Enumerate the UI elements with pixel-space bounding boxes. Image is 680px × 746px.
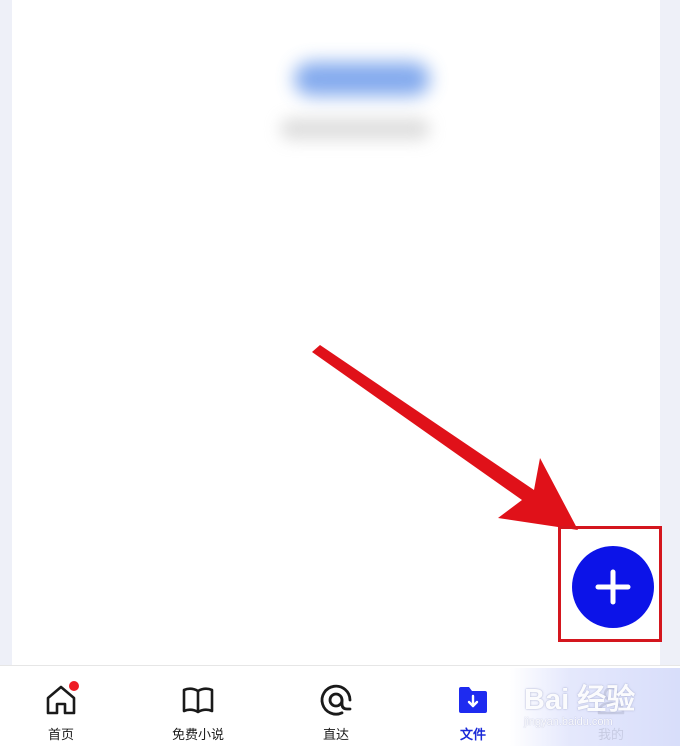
add-button[interactable] xyxy=(572,546,654,628)
nav-item-home[interactable]: 首页 xyxy=(6,666,116,746)
nav-label-free-novels: 免费小说 xyxy=(171,727,224,742)
watermark-url: jingyan.baidu.com xyxy=(524,716,613,728)
direct-icon xyxy=(318,682,354,718)
plus-icon xyxy=(595,569,631,605)
book-icon xyxy=(180,682,216,718)
nav-label-files: 文件 xyxy=(459,727,486,742)
nav-label-home: 首页 xyxy=(47,727,74,742)
nav-label-direct: 直达 xyxy=(322,727,349,742)
home-icon xyxy=(43,681,79,718)
blurred-title xyxy=(294,62,430,96)
watermark-logo: Bai 经验 xyxy=(524,684,636,716)
file-download-icon xyxy=(455,682,491,718)
notification-dot xyxy=(69,681,79,691)
blurred-subtitle xyxy=(280,118,430,140)
baidu-jingyan-watermark: Bai 经验 jingyan.baidu.com xyxy=(510,668,680,746)
nav-item-direct[interactable]: 直达 xyxy=(281,666,391,746)
nav-item-free-novels[interactable]: 免费小说 xyxy=(143,666,253,746)
screen: 首页 免费小说 直达 文件 Bai 经验 jingyan.baidu.com xyxy=(0,0,680,746)
